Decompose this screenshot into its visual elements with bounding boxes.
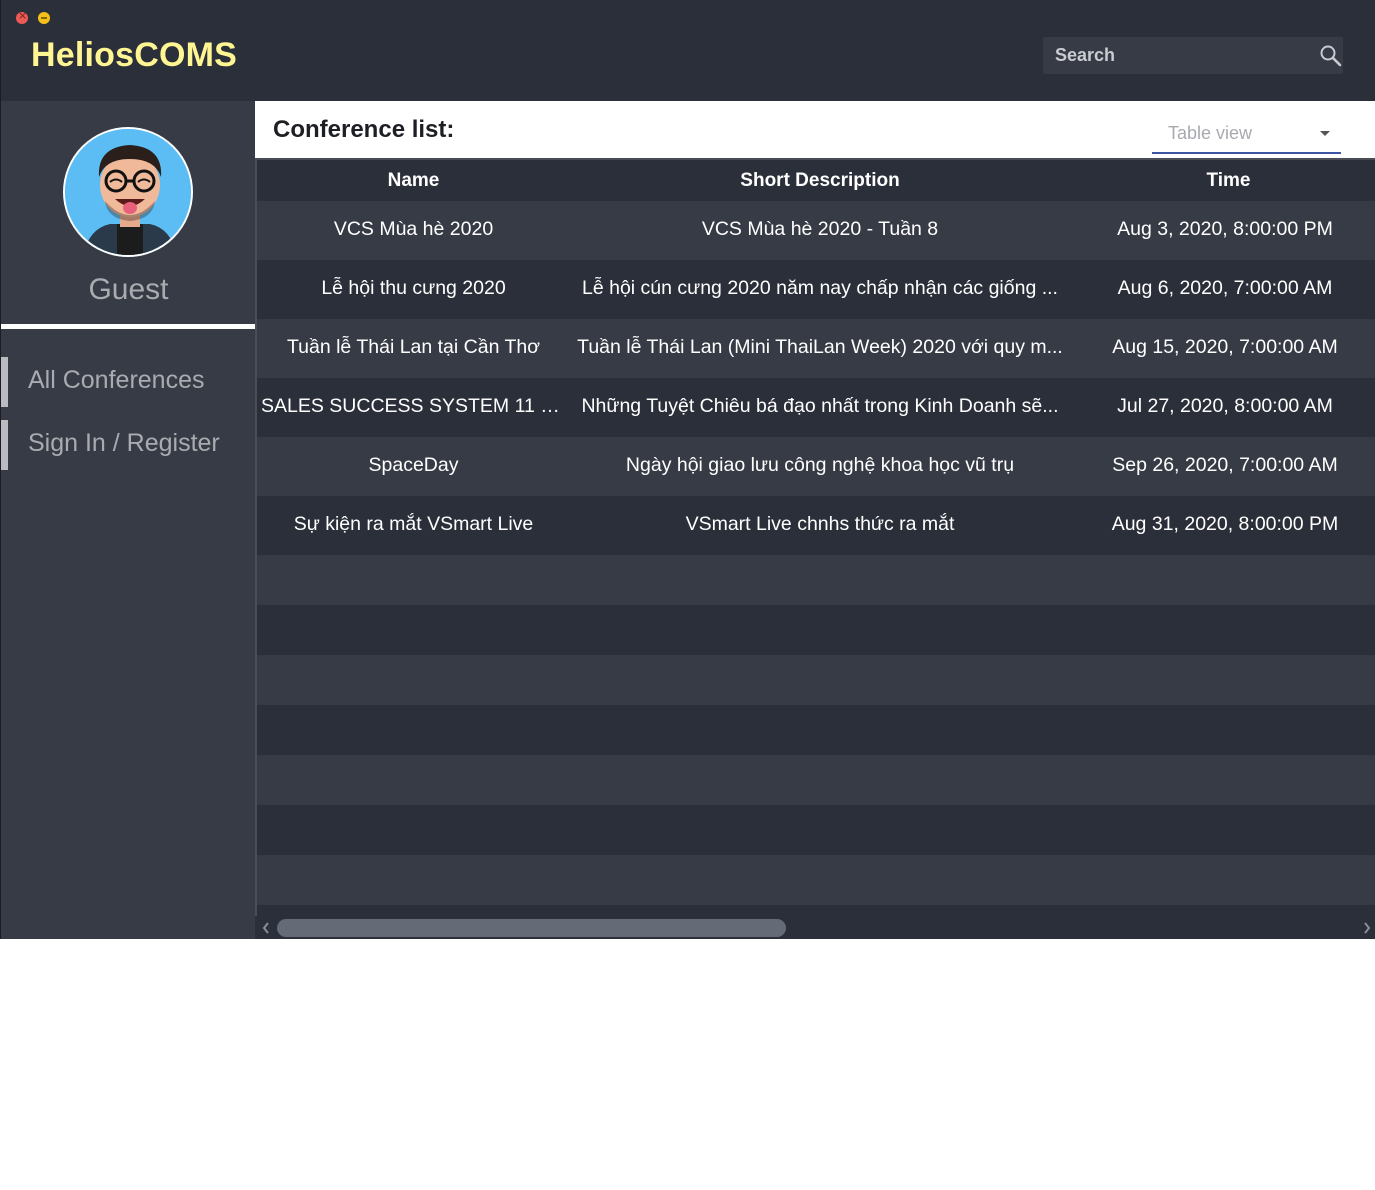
table-row[interactable]: Sự kiện ra mắt VSmart Live VSmart Live c… xyxy=(257,496,1375,555)
cell-time: Aug 15, 2020, 7:00:00 AM xyxy=(1112,336,1338,358)
list-header: Conference list: Table view xyxy=(255,101,1375,158)
table-row[interactable]: Lễ hội thu cưng 2020 Lễ hội cún cưng 202… xyxy=(257,260,1375,319)
chevron-left-icon[interactable] xyxy=(262,922,270,934)
cell-time: Sep 26, 2020, 7:00:00 AM xyxy=(1112,454,1338,476)
cell-time: Aug 6, 2020, 7:00:00 AM xyxy=(1117,277,1333,299)
empty-row xyxy=(257,855,1375,905)
cell-short-description: VSmart Live chnhs thức ra mắt xyxy=(685,513,955,535)
empty-row xyxy=(257,605,1375,655)
cell-name: Sự kiện ra mắt VSmart Live xyxy=(293,513,534,535)
minimize-icon[interactable] xyxy=(38,12,50,24)
sidebar: Guest All Conferences Sign In / Register xyxy=(0,101,256,939)
sidebar-item-label: Sign In / Register xyxy=(28,429,220,457)
cell-short-description: VCS Mùa hè 2020 - Tuần 8 xyxy=(701,218,939,240)
sidebar-item-all-conferences[interactable]: All Conferences xyxy=(1,357,256,407)
table-row[interactable]: SALES SUCCESS SYSTEM 11 - S... Những Tuy… xyxy=(257,378,1375,437)
empty-row xyxy=(257,755,1375,805)
search-input[interactable] xyxy=(1043,37,1313,74)
cell-name: SALES SUCCESS SYSTEM 11 - S... xyxy=(261,395,566,417)
close-icon[interactable] xyxy=(16,9,28,24)
avatar-illustration xyxy=(65,129,191,255)
cell-short-description: Tuần lễ Thái Lan (Mini ThaiLan Week) 202… xyxy=(577,336,1063,358)
column-header-short-description[interactable]: Short Description xyxy=(570,160,1070,201)
chevron-down-icon xyxy=(1320,131,1330,136)
table-row[interactable]: SpaceDay Ngày hội giao lưu công nghệ kho… xyxy=(257,437,1375,496)
sidebar-item-sign-in-register[interactable]: Sign In / Register xyxy=(1,420,256,470)
empty-row xyxy=(257,805,1375,855)
search-box xyxy=(1043,37,1343,74)
cell-short-description: Ngày hội giao lưu công nghệ khoa học vũ … xyxy=(625,454,1015,476)
view-mode-select[interactable]: Table view xyxy=(1152,119,1341,154)
cell-name: Tuần lễ Thái Lan tại Cần Thơ xyxy=(286,336,541,358)
cell-time: Jul 27, 2020, 8:00:00 AM xyxy=(1117,395,1333,417)
cell-name: VCS Mùa hè 2020 xyxy=(333,218,494,240)
cell-short-description: Những Tuyệt Chiêu bá đạo nhất trong Kinh… xyxy=(581,395,1059,417)
table-header: Name Short Description Time xyxy=(257,160,1375,201)
page-title: Conference list: xyxy=(273,116,455,143)
table-row[interactable]: Tuần lễ Thái Lan tại Cần Thơ Tuần lễ Thá… xyxy=(257,319,1375,378)
chevron-right-icon[interactable] xyxy=(1363,922,1371,934)
horizontal-scrollbar[interactable] xyxy=(255,916,1375,939)
conference-table: Name Short Description Time VCS Mùa hè 2… xyxy=(255,158,1375,916)
empty-row xyxy=(257,655,1375,705)
cell-short-description: Lễ hội cún cưng 2020 năm nay chấp nhận c… xyxy=(582,277,1058,299)
column-header-time[interactable]: Time xyxy=(1070,160,1375,201)
app-window: HeliosCOMS xyxy=(0,0,1375,939)
empty-row xyxy=(257,705,1375,755)
cell-time: Aug 31, 2020, 8:00:00 PM xyxy=(1111,513,1339,535)
header-bar: HeliosCOMS xyxy=(0,0,1375,101)
app-title: HeliosCOMS xyxy=(31,36,238,74)
cell-name: Lễ hội thu cưng 2020 xyxy=(321,277,506,299)
sidebar-item-marker xyxy=(1,420,8,470)
scrollbar-thumb[interactable] xyxy=(277,919,786,937)
cell-time: Aug 3, 2020, 8:00:00 PM xyxy=(1117,218,1333,240)
sidebar-item-label: All Conferences xyxy=(28,366,205,394)
search-icon[interactable] xyxy=(1319,44,1343,68)
column-header-name[interactable]: Name xyxy=(257,160,570,201)
avatar xyxy=(63,127,193,257)
sidebar-divider xyxy=(1,324,256,329)
user-name: Guest xyxy=(88,273,169,306)
view-mode-value: Table view xyxy=(1168,123,1253,143)
sidebar-item-marker xyxy=(1,357,8,407)
empty-row xyxy=(257,555,1375,605)
table-row[interactable]: VCS Mùa hè 2020 VCS Mùa hè 2020 - Tuần 8… xyxy=(257,201,1375,260)
main-content: Conference list: Table view Name Short D… xyxy=(255,101,1375,939)
cell-name: SpaceDay xyxy=(368,454,459,476)
